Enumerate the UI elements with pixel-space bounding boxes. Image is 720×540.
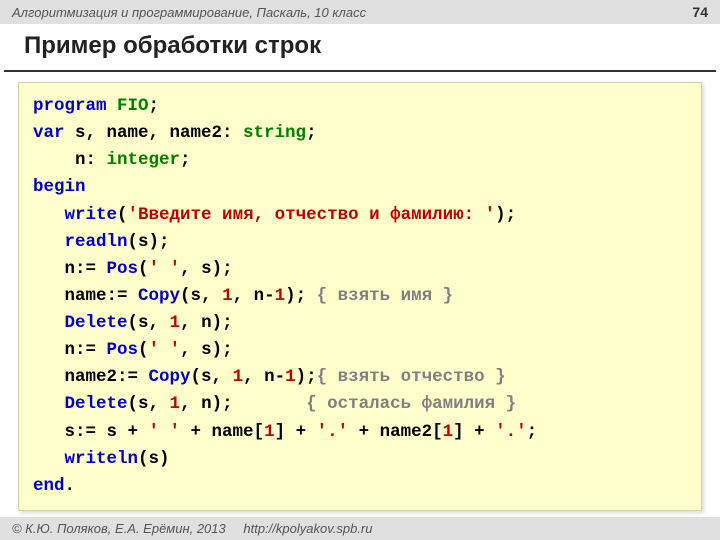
slide-header: Алгоритмизация и программирование, Паска… bbox=[0, 0, 720, 24]
course-title: Алгоритмизация и программирование, Паска… bbox=[12, 5, 366, 20]
slide-title: Пример обработки строк bbox=[4, 24, 716, 72]
page-number: 74 bbox=[692, 4, 708, 20]
slide-footer: © К.Ю. Поляков, Е.А. Ерёмин, 2013 http:/… bbox=[0, 517, 720, 540]
copyright-text: © К.Ю. Поляков, Е.А. Ерёмин, 2013 bbox=[12, 521, 226, 536]
footer-url: http://kpolyakov.spb.ru bbox=[243, 521, 372, 536]
code-block: program FIO; var s, name, name2: string;… bbox=[18, 82, 702, 511]
